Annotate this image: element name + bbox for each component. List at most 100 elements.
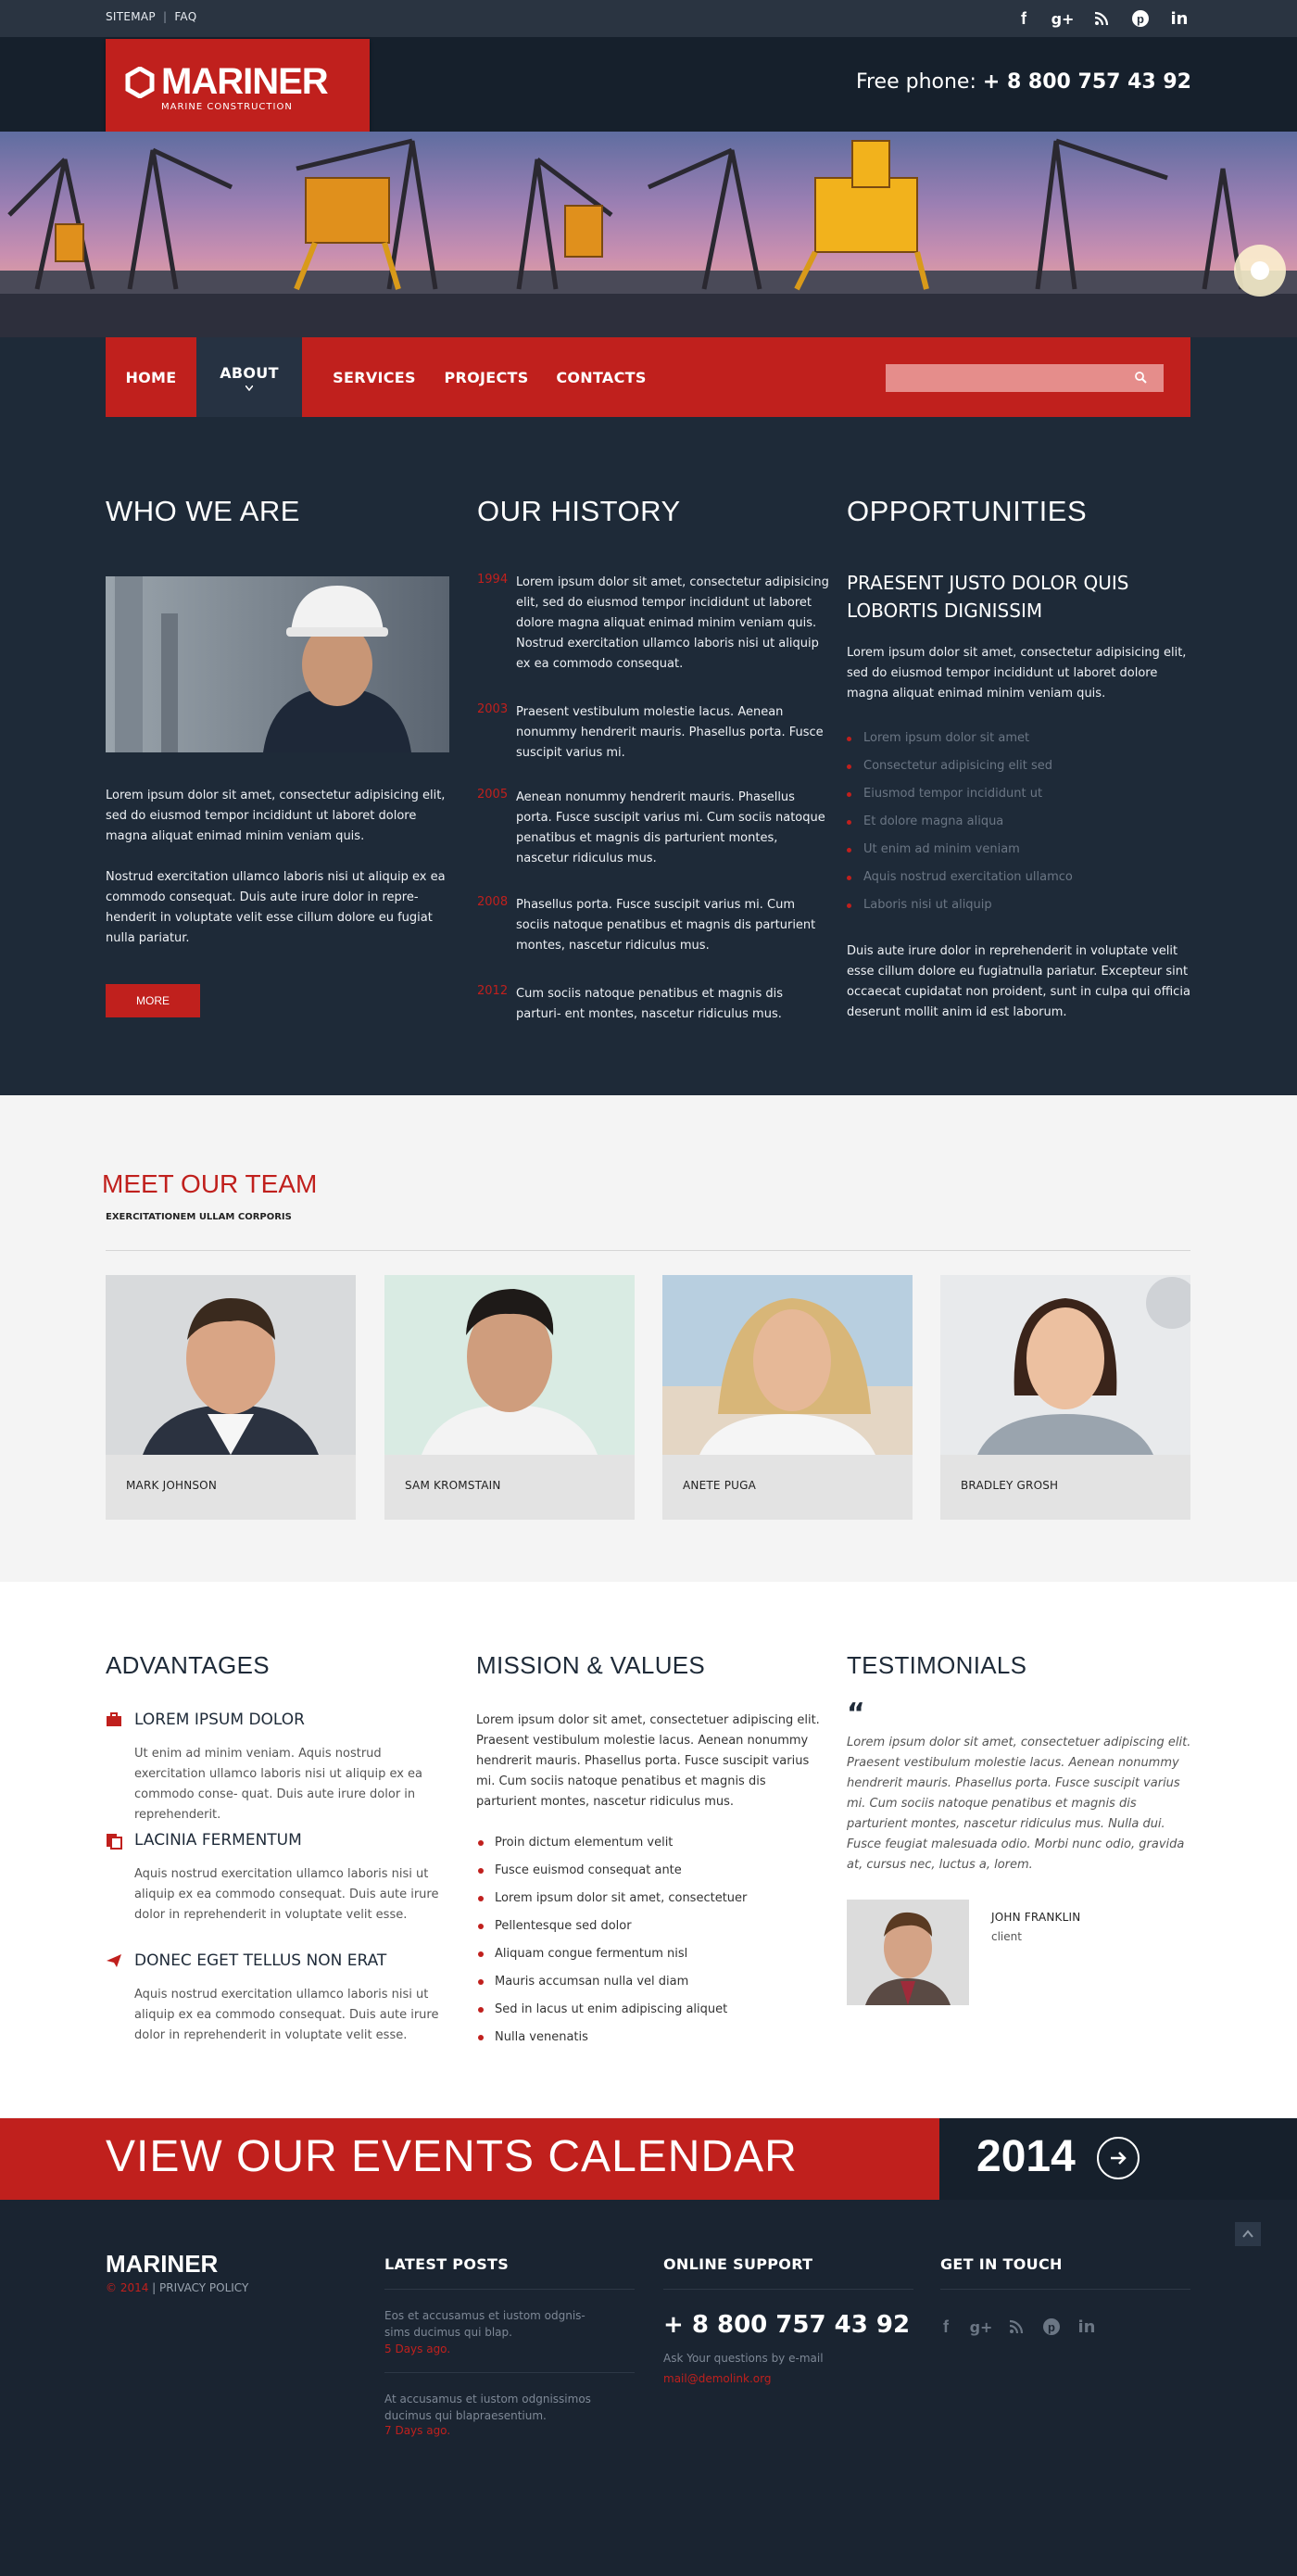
list-item: Ut enim ad minim veniam — [847, 836, 1191, 864]
latest-posts-title: LATEST POSTS — [384, 2255, 510, 2273]
nav-about[interactable]: ABOUT — [196, 337, 302, 417]
testimonial-author: JOHN FRANKLIN — [991, 1911, 1081, 1924]
list-item: Lorem ipsum dolor sit amet — [847, 725, 1191, 752]
list-item: Eiusmod tempor incididunt ut — [847, 780, 1191, 808]
footer-brand: MARINER — [106, 2250, 219, 2278]
advantage-text: Aquis nostrud exercitation ullamco labor… — [134, 1988, 439, 2042]
linkedin-icon[interactable]: in — [1075, 2315, 1099, 2339]
arrow-right-icon[interactable] — [1097, 2137, 1140, 2179]
testimonial-role: client — [991, 1930, 1022, 1943]
svg-text:p: p — [1048, 2320, 1055, 2334]
rss-icon[interactable] — [1004, 2315, 1028, 2339]
opportunities-outro: Duis aute irure dolor in reprehenderit i… — [847, 944, 1190, 1019]
list-item: Fusce euismod consequat ante — [476, 1857, 821, 1885]
chevron-up-icon — [1242, 2229, 1253, 2238]
list-item: Mauris accumsan nulla vel diam — [476, 1968, 821, 1996]
history-title: OUR HISTORY — [477, 495, 681, 527]
linkedin-icon[interactable]: in — [1167, 6, 1191, 31]
history-year: 2005 — [477, 788, 509, 802]
briefcase-icon — [107, 1712, 121, 1726]
history-year: 2008 — [477, 895, 509, 909]
testimonial-quote: Lorem ipsum dolor sit amet, consectetuer… — [847, 1736, 1191, 1872]
list-item: Sed in lacus ut enim adipiscing aliquet — [476, 1996, 821, 2024]
history-text: Lorem ipsum dolor sit amet, consectetur … — [516, 575, 829, 671]
search-input[interactable] — [886, 364, 1164, 392]
member-name: SAM KROMSTAIN — [405, 1479, 501, 1492]
header-phone: Free phone: + 8 800 757 43 92 — [856, 70, 1191, 94]
history-text: Phasellus porta. Fusce suscipit varius m… — [516, 898, 816, 953]
nav-projects[interactable]: PROJECTS — [435, 337, 537, 417]
team-card[interactable]: SAM KROMSTAIN — [384, 1275, 635, 1520]
member-name: ANETE PUGA — [683, 1479, 757, 1492]
chevron-down-icon — [246, 385, 253, 391]
hexagon-logo-icon — [125, 67, 155, 98]
documents-icon — [107, 1834, 122, 1850]
team-title: MEET OUR TEAM — [102, 1169, 318, 1198]
faq-link[interactable]: FAQ — [174, 10, 196, 23]
events-year-box[interactable]: 2014 — [939, 2118, 1297, 2200]
list-item: Nulla venenatis — [476, 2024, 821, 2052]
opportunities-list: Lorem ipsum dolor sit amet Consectetur a… — [847, 725, 1191, 919]
team-card[interactable]: BRADLEY GROSH — [940, 1275, 1198, 1520]
team-subtitle: EXERCITATIONEM ULLAM CORPORIS — [106, 1212, 292, 1222]
member-photo — [106, 1275, 356, 1455]
support-title: ONLINE SUPPORT — [663, 2255, 813, 2273]
google-plus-icon[interactable]: g+ — [969, 2315, 993, 2339]
facebook-icon[interactable]: f — [1012, 6, 1036, 31]
advantage-text: Aquis nostrud exercitation ullamco labor… — [134, 1867, 439, 1922]
member-name: BRADLEY GROSH — [961, 1479, 1059, 1492]
advantage-heading: LACINIA FERMENTUM — [134, 1831, 302, 1850]
post-text[interactable]: At accusamus et iustom odgnissimos ducim… — [384, 2391, 598, 2424]
footer-social: f g+ p in — [934, 2315, 1099, 2339]
events-banner[interactable]: VIEW OUR EVENTS CALENDAR — [0, 2118, 939, 2200]
hero-banner — [0, 132, 1297, 337]
pinterest-icon[interactable]: p — [1039, 2315, 1064, 2339]
divider — [106, 1250, 1190, 1251]
back-to-top-button[interactable] — [1235, 2222, 1261, 2246]
list-item: Aquis nostrud exercitation ullamco — [847, 864, 1191, 891]
history-text: Cum sociis natoque penatibus et magnis d… — [516, 987, 784, 1021]
opportunities-subtitle: PRAESENT JUSTO DOLOR QUIS LOBORTIS DIGNI… — [847, 572, 1129, 622]
member-photo — [662, 1275, 913, 1455]
nav-about-label: ABOUT — [220, 363, 279, 382]
team-card[interactable]: MARK JOHNSON — [106, 1275, 356, 1520]
support-phone: + 8 800 757 43 92 — [663, 2311, 911, 2339]
top-social: f g+ p in — [1012, 6, 1191, 31]
nav-contacts[interactable]: CONTACTS — [541, 337, 661, 417]
phone-label: Free phone: — [855, 70, 976, 94]
nav-home[interactable]: HOME — [106, 337, 196, 417]
member-photo — [384, 1275, 635, 1455]
testimonial-avatar — [847, 1900, 969, 2005]
rss-icon[interactable] — [1089, 6, 1114, 31]
support-email[interactable]: mail@demolink.org — [663, 2372, 771, 2385]
google-plus-icon[interactable]: g+ — [1051, 6, 1075, 31]
member-photo — [940, 1275, 1198, 1455]
support-note: Ask Your questions by e-mail — [663, 2352, 824, 2365]
list-item: Consectetur adipisicing elit sed — [847, 752, 1191, 780]
mission-list: Proin dictum elementum velit Fusce euism… — [476, 1829, 821, 2052]
advantages-title: ADVANTAGES — [106, 1651, 270, 1679]
post-text[interactable]: Eos et accusamus et iustom odgnis- sims … — [384, 2307, 588, 2341]
search-icon[interactable] — [1132, 369, 1151, 387]
list-item: Pellentesque sed dolor — [476, 1913, 821, 1940]
list-item: Laboris nisi ut aliquip — [847, 891, 1191, 919]
events-year: 2014 — [976, 2132, 1076, 2181]
paper-plane-icon — [107, 1954, 121, 1967]
facebook-icon[interactable]: f — [934, 2315, 958, 2339]
logo[interactable]: MARINER MARINE CONSTRUCTION — [106, 39, 370, 139]
sitemap-link[interactable]: SITEMAP — [106, 10, 156, 23]
advantage-heading: DONEC EGET TELLUS NON ERAT — [134, 1951, 387, 1970]
team-card[interactable]: ANETE PUGA — [662, 1275, 913, 1520]
privacy-link[interactable]: PRIVACY POLICY — [159, 2281, 248, 2294]
member-name: MARK JOHNSON — [126, 1479, 218, 1492]
history-year: 2003 — [477, 702, 509, 716]
pinterest-icon[interactable]: p — [1128, 6, 1152, 31]
post-date: 7 Days ago. — [384, 2424, 451, 2437]
nav-services[interactable]: SERVICES — [319, 337, 430, 417]
svg-text:p: p — [1137, 12, 1144, 26]
divider — [940, 2289, 1190, 2290]
who-paragraph-1: Lorem ipsum dolor sit amet, consectetur … — [106, 789, 446, 843]
opportunities-intro: Lorem ipsum dolor sit amet, consectetur … — [847, 646, 1187, 701]
advantage-text: Ut enim ad minim veniam. Aquis nostrud e… — [134, 1747, 423, 1822]
more-button[interactable]: MORE — [106, 984, 200, 1017]
